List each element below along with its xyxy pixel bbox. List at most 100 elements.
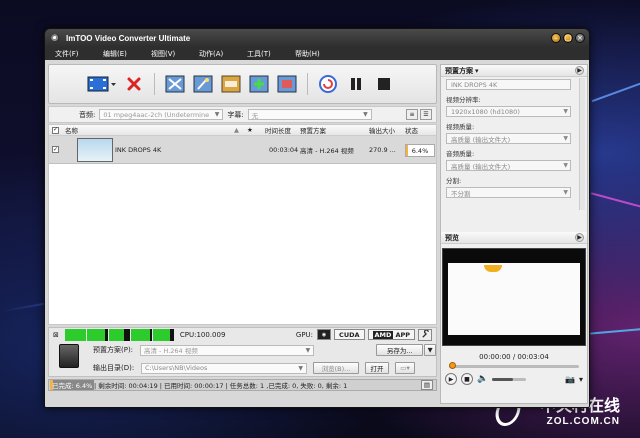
output-dir-input[interactable]: C:\Users\NB\Videos ▼ [141,362,307,374]
video-res-select[interactable]: 1920x1080 (hd1080) ▼ [446,106,571,117]
profile-settings-header[interactable]: 预置方案 ▾ ▶ [441,65,587,77]
maximize-button[interactable]: □ [563,33,573,43]
close-button[interactable]: × [575,33,585,43]
video-quality-select[interactable]: 高质量 (输出文件大) ▼ [446,133,571,144]
preview-title: 预览 [445,233,459,242]
menu-edit[interactable]: 编辑(E) [103,49,151,59]
stop-playback-button[interactable]: ■ [461,373,473,385]
effects-button[interactable] [192,74,214,94]
seek-handle[interactable] [449,362,456,369]
menu-file[interactable]: 文件(F) [55,49,103,59]
wrench-icon[interactable] [418,328,432,341]
toolbar-separator [307,73,308,95]
save-as-button[interactable]: 另存为... [376,344,424,356]
video-res-label: 视频分辨率: [446,96,481,104]
volume-fill [492,377,513,381]
status-bar: 已完成: 6.4% | 剩余时间: 00:04:19 | 已用时间: 00:00… [48,379,437,391]
device-transfer-button[interactable]: ▭▾ [395,362,415,374]
remove-button[interactable] [123,74,145,94]
save-as-dropdown[interactable]: ▼ [424,344,437,356]
watermark-button[interactable] [220,74,242,94]
cpu-row: ⊠ CPU:100.009 GPU: ◉ CUDA AMD APP [49,328,436,341]
save-as-label: 另存为... [386,347,413,355]
table-row[interactable]: ✓ INK DROPS 4K 00:03:04 高清 - H.264 视频 27… [49,136,436,164]
audio-subtitle-bar: 音频: 01 mpeg4aac-2ch (Undetermine ▼ 字幕: 无… [48,106,437,123]
amd-app-badge[interactable]: AMD APP [367,329,415,340]
title-bar[interactable]: ImTOO Video Converter Ultimate – □ × [45,29,589,47]
output-dir-value: C:\Users\NB\Videos [145,364,208,372]
audio-track-value: 01 mpeg4aac-2ch (Undetermine [103,110,210,119]
open-folder-icon[interactable]: ▾ [579,375,583,384]
app-window: ImTOO Video Converter Ultimate – □ × 文件(… [44,28,590,408]
audio-track-select[interactable]: 01 mpeg4aac-2ch (Undetermine ▼ [99,109,224,120]
split-label: 分割: [446,177,462,185]
add-segment-button[interactable] [248,74,270,94]
select-all-checkbox[interactable]: ✓ [52,126,59,134]
profile-label: 预置方案(P): [93,346,134,354]
star-icon[interactable]: ★ [247,126,253,134]
menu-action[interactable]: 动作(A) [199,49,247,59]
sort-icon[interactable]: ▲ [234,126,239,134]
body-area: 音频: 01 mpeg4aac-2ch (Undetermine ▼ 字幕: 无… [45,60,589,407]
merge-button[interactable] [276,74,298,94]
volume-icon[interactable]: 🔈 [477,374,488,384]
expand-arrow-icon[interactable]: ▶ [575,66,584,75]
settings-panel: 预置方案 ▾ ▶ INK DROPS 4K 视频分辨率: 1920x1080 (… [440,64,588,404]
cpu-core-fill [152,328,170,341]
row-checkbox[interactable]: ✓ [52,146,59,153]
profile-select-value: 高清 - H.264 视频 [143,347,198,355]
status-detail: | 剩余时间: 00:04:19 | 已用时间: 00:00:17 | 任务总数… [94,382,348,390]
profile-settings-title: 预置方案 [445,66,473,75]
col-profile[interactable]: 预置方案 [300,125,326,135]
cpu-label: CPU:100.009 [179,330,226,339]
stop-button[interactable] [373,74,395,94]
col-status[interactable]: 状态 [405,125,418,135]
col-output-size[interactable]: 输出大小 [369,125,395,135]
subtitle-select[interactable]: 无 ▼ [247,109,372,120]
pause-button[interactable] [345,74,367,94]
log-icon[interactable]: ▤ [420,380,433,390]
seek-bar[interactable] [449,362,579,369]
effects-icon [193,75,213,93]
snapshot-icon[interactable]: 📷 [565,375,575,384]
play-button[interactable]: ▶ [445,373,457,385]
clip-button[interactable] [164,74,186,94]
overall-progress: 已完成: 6.4% [50,380,94,390]
list-view-button[interactable]: ≡ [406,109,418,120]
app-icon[interactable] [51,33,60,43]
menu-tools[interactable]: 工具(T) [247,49,295,59]
video-res-value: 1920x1080 (hd1080) [451,107,520,116]
cuda-badge[interactable]: CUDA [334,329,365,340]
col-duration[interactable]: 时间长度 [265,125,291,135]
add-video-button[interactable] [87,74,117,94]
convert-icon [319,75,337,93]
minimize-button[interactable]: – [551,33,561,43]
collapse-icon[interactable]: ⊠ [53,331,59,339]
chevron-down-icon: ▼ [563,108,568,115]
browse-button[interactable]: 浏览(B)... [313,362,359,374]
menu-view[interactable]: 视图(V) [151,49,199,59]
audio-quality-value: 高质量 (输出文件大) [451,162,511,171]
video-quality-label: 视频质量: [446,123,475,131]
menu-help[interactable]: 帮助(H) [295,49,343,59]
col-name[interactable]: 名称 [65,125,78,135]
convert-button[interactable] [317,74,339,94]
preview-header[interactable]: 预览 ▶ [441,232,587,244]
settings-scrollbar[interactable] [579,78,585,210]
main-panel: 音频: 01 mpeg4aac-2ch (Undetermine ▼ 字幕: 无… [48,64,437,404]
audio-quality-select[interactable]: 高质量 (输出文件大) ▼ [446,160,571,171]
chevron-down-icon: ▼ [563,135,568,142]
player-controls: ▶ ■ 🔈 📷 ▾ [445,372,583,386]
volume-slider[interactable] [492,377,527,381]
row-profile[interactable]: 高清 - H.264 视频 [300,145,354,155]
detail-view-button[interactable]: ☰ [420,109,432,120]
chevron-down-icon: ▼ [214,111,220,118]
profile-name-value: INK DROPS 4K [451,80,498,89]
open-button[interactable]: 打开 [365,362,389,374]
split-select[interactable]: 不分割 ▼ [446,187,571,198]
profile-name-field[interactable]: INK DROPS 4K [446,79,571,90]
chevron-down-icon: ▾ [475,66,479,75]
expand-arrow-icon[interactable]: ▶ [575,233,584,242]
watermark-en: ZOL.COM.CN [546,416,620,427]
profile-select[interactable]: 高清 - H.264 视频 ▼ [139,344,315,356]
